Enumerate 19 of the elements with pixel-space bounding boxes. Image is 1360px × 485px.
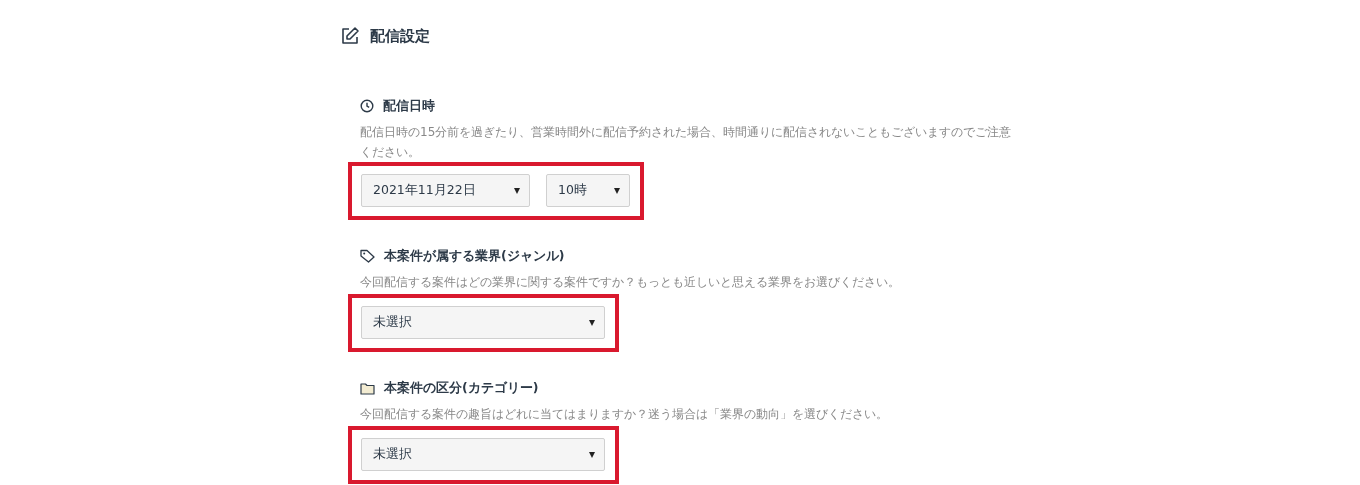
section-label: 本案件が属する業界(ジャンル) xyxy=(384,247,565,265)
dropdown[interactable]: 10時 xyxy=(546,174,630,207)
dropdown[interactable]: 未選択 xyxy=(361,306,605,339)
section-label: 本案件の区分(カテゴリー) xyxy=(384,379,539,397)
section-description: 配信日時の15分前を過ぎたり、営業時間外に配信予約された場合、時間通りに配信されないこともございますのでご注意ください。 xyxy=(360,124,1012,161)
tag-icon xyxy=(360,249,375,263)
dropdown[interactable]: 2021年11月22日 xyxy=(361,174,530,207)
caret-icon xyxy=(614,187,620,194)
caret-icon xyxy=(589,319,595,326)
section-title: 配信設定 xyxy=(370,26,430,46)
caret-icon xyxy=(589,451,595,458)
caret-icon xyxy=(514,187,520,194)
dropdown[interactable]: 未選択 xyxy=(361,438,605,471)
section-description: 今回配信する案件はどの業界に関する案件ですか？もっとも近しいと思える業界をお選びください。 xyxy=(360,274,901,291)
edit-icon xyxy=(340,26,360,46)
section-description: 今回配信する案件の趣旨はどれに当てはまりますか？迷う場合は「業界の動向」を選びください。 xyxy=(360,406,889,423)
folder-icon xyxy=(360,381,375,395)
clock-icon xyxy=(360,99,374,113)
section-label: 配信日時 xyxy=(383,97,435,115)
